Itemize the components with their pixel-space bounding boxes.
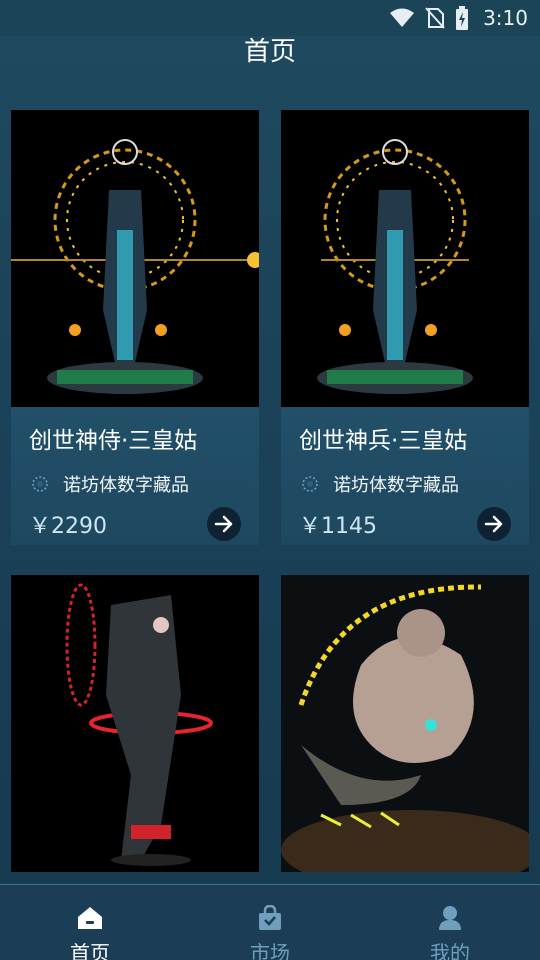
no-sim-icon <box>425 7 445 29</box>
price: ￥2290 <box>29 514 107 539</box>
brand-logo-icon <box>29 473 51 495</box>
home-icon <box>76 905 104 935</box>
shopping-bag-icon <box>256 904 284 935</box>
page-title: 首页 <box>243 37 296 67</box>
brand-row: 诺坊体数字藏品 <box>29 471 241 497</box>
product-card[interactable]: 创世神侍·三皇姑 诺坊体数字藏品 ￥2290 <box>11 110 259 545</box>
product-image[interactable] <box>11 575 259 872</box>
card-footer: ￥1145 <box>299 507 511 541</box>
card-footer: ￥2290 <box>29 507 241 541</box>
user-icon <box>436 905 464 935</box>
product-card[interactable] <box>11 575 259 872</box>
card-body: 创世神侍·三皇姑 诺坊体数字藏品 ￥2290 <box>11 407 259 545</box>
header: 首页 <box>0 36 540 72</box>
product-title: 创世神侍·三皇姑 <box>29 428 198 454</box>
tab-home[interactable]: 首页 <box>0 885 180 960</box>
brand-row: 诺坊体数字藏品 <box>299 471 511 497</box>
bottom-tab-bar: 首页 市场 我的 <box>0 884 540 960</box>
tab-label: 首页 <box>70 941 110 960</box>
tab-profile[interactable]: 我的 <box>360 885 540 960</box>
product-title: 创世神兵·三皇姑 <box>299 428 468 454</box>
product-image[interactable] <box>281 575 529 872</box>
product-image[interactable] <box>281 110 529 407</box>
tab-label: 我的 <box>430 941 470 960</box>
card-body: 创世神兵·三皇姑 诺坊体数字藏品 ￥1145 <box>281 407 529 545</box>
price: ￥1145 <box>299 514 377 539</box>
arrow-right-icon[interactable] <box>207 507 241 541</box>
wifi-icon <box>389 7 415 29</box>
brand-logo-icon <box>299 473 321 495</box>
product-card[interactable]: 创世神兵·三皇姑 诺坊体数字藏品 ￥1145 <box>281 110 529 545</box>
brand-name: 诺坊体数字藏品 <box>333 475 459 496</box>
brand-name: 诺坊体数字藏品 <box>63 475 189 496</box>
product-card[interactable] <box>281 575 529 872</box>
status-time: 3:10 <box>483 6 528 30</box>
tab-market[interactable]: 市场 <box>180 885 360 960</box>
product-image[interactable] <box>11 110 259 407</box>
battery-charging-icon <box>455 6 469 30</box>
status-bar: 3:10 <box>0 0 540 36</box>
arrow-right-icon[interactable] <box>477 507 511 541</box>
tab-label: 市场 <box>250 941 290 960</box>
